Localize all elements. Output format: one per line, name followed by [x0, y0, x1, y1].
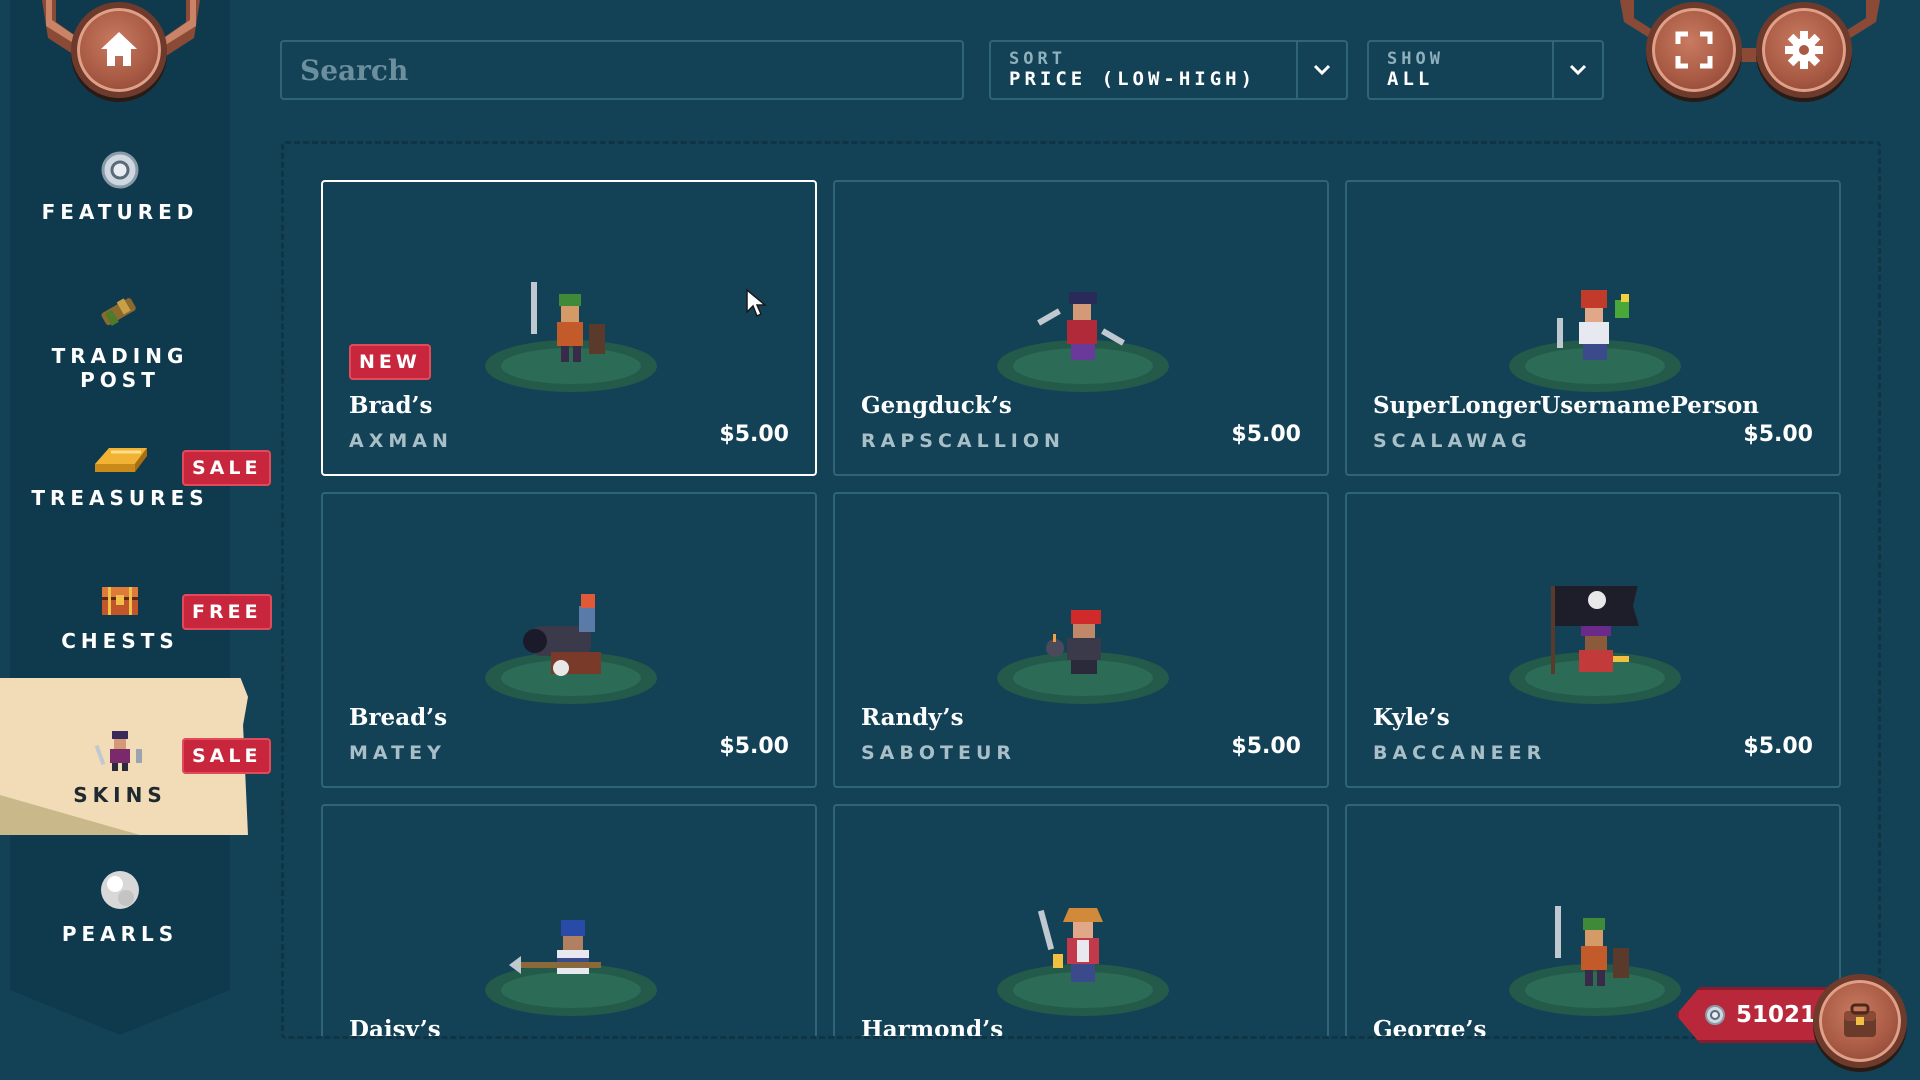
skin-card[interactable]: SuperLongerUsernamePerson SCALAWAG $5.00 — [1345, 180, 1841, 476]
fullscreen-button[interactable] — [1646, 2, 1742, 98]
skin-card[interactable]: Harmond’s — [833, 804, 1329, 1039]
sidebar-item-label-2: POST — [80, 368, 160, 392]
skin-card[interactable]: Bread’s MATEY $5.00 — [321, 492, 817, 788]
skin-card[interactable]: NEW Brad’s AXMAN $5.00 — [321, 180, 817, 476]
price: $5.00 — [719, 734, 789, 759]
spyglass-icon — [101, 298, 136, 326]
pearl-icon — [101, 871, 139, 909]
skin-name: SCALAWAG — [1373, 430, 1532, 452]
search-box[interactable] — [280, 40, 964, 100]
owner-name: Bread’s — [349, 704, 448, 731]
owner-name: Brad’s — [349, 392, 433, 419]
show-dropdown[interactable]: SHOW ALL — [1367, 40, 1604, 100]
settings-button[interactable] — [1756, 2, 1852, 98]
pirate-skin-icon — [94, 731, 142, 771]
currency-amount: 51021 — [1735, 1002, 1816, 1028]
chevron-down-icon — [1569, 64, 1587, 76]
sidebar-item-featured[interactable]: FEATURED — [0, 150, 240, 224]
skin-card[interactable]: Daisy’s — [321, 804, 817, 1039]
rapscallion-sprite-icon — [997, 292, 1169, 392]
sort-value: PRICE (LOW-HIGH) — [1009, 68, 1257, 90]
skin-card[interactable]: Kyle’s BACCANEER $5.00 — [1345, 492, 1841, 788]
owner-name: Daisy’s — [349, 1016, 441, 1039]
pearl-coin-icon — [101, 151, 139, 189]
chest-bag-icon — [1844, 1003, 1876, 1037]
inventory-button[interactable] — [1813, 974, 1907, 1068]
price: $5.00 — [1743, 422, 1813, 447]
home-button[interactable] — [71, 2, 167, 98]
sort-label: SORT — [1009, 49, 1066, 69]
search-input[interactable] — [300, 53, 944, 87]
item-grid: NEW Brad’s AXMAN $5.00 Gengduck’s RAPSCA… — [281, 141, 1881, 1039]
sidebar-item-label: PEARLS — [61, 922, 179, 946]
skin-card[interactable]: Gengduck’s RAPSCALLION $5.00 — [833, 180, 1329, 476]
mouse-cursor-icon — [746, 288, 767, 318]
saboteur-sprite-icon — [997, 610, 1169, 704]
pearl-coin-icon — [1704, 1005, 1725, 1025]
chevron-down-icon — [1313, 64, 1331, 76]
show-value: ALL — [1387, 68, 1434, 90]
sidebar-item-label: TRADING — [51, 344, 189, 368]
sidebar-item-label: CHESTS — [61, 629, 179, 653]
harmond-sprite-icon — [997, 908, 1169, 1016]
skin-name: SABOTEUR — [861, 742, 1017, 764]
owner-name: George’s — [1373, 1016, 1487, 1039]
axman-sprite-icon — [485, 282, 657, 392]
chest-icon — [102, 587, 138, 615]
free-badge: FREE — [182, 594, 272, 630]
price: $5.00 — [1231, 422, 1301, 447]
skin-name: BACCANEER — [1373, 742, 1547, 764]
sort-dropdown[interactable]: SORT PRICE (LOW-HIGH) — [989, 40, 1348, 100]
gear-icon — [1785, 31, 1823, 69]
sidebar-item-pearls[interactable]: PEARLS — [0, 868, 240, 946]
matey-sprite-icon — [485, 594, 657, 704]
owner-name: Randy’s — [861, 704, 964, 731]
gold-bar-icon — [95, 448, 147, 472]
new-badge: NEW — [349, 344, 431, 380]
owner-name: SuperLongerUsernamePerson — [1373, 392, 1760, 419]
owner-name: Kyle’s — [1373, 704, 1450, 731]
skin-card[interactable]: Randy’s SABOTEUR $5.00 — [833, 492, 1329, 788]
home-icon — [101, 32, 137, 66]
shop-screen: FEATURED TRADING POST TREASURES SALE CHE… — [0, 0, 1920, 1080]
sale-badge: SALE — [182, 450, 272, 486]
owner-name: Harmond’s — [861, 1016, 1004, 1039]
show-dropdown-arrow[interactable] — [1552, 42, 1602, 98]
fullscreen-icon — [1675, 31, 1713, 69]
sidebar-item-trading-post[interactable]: TRADING POST — [0, 290, 240, 392]
skin-name: MATEY — [349, 742, 446, 764]
sidebar-item-label: FEATURED — [41, 200, 199, 224]
daisy-sprite-icon — [485, 920, 657, 1016]
price: $5.00 — [719, 422, 789, 447]
skin-name: RAPSCALLION — [861, 430, 1065, 452]
sale-badge: SALE — [182, 738, 272, 774]
sidebar-item-label: TREASURES — [31, 486, 209, 510]
price: $5.00 — [1743, 734, 1813, 759]
skin-name: AXMAN — [349, 430, 453, 452]
sidebar-item-label: SKINS — [73, 783, 167, 807]
baccaneer-sprite-icon — [1509, 586, 1681, 704]
george-sprite-icon — [1509, 906, 1681, 1016]
price: $5.00 — [1231, 734, 1301, 759]
scalawag-sprite-icon — [1509, 290, 1681, 392]
sort-dropdown-arrow[interactable] — [1296, 42, 1346, 98]
show-label: SHOW — [1387, 49, 1444, 69]
owner-name: Gengduck’s — [861, 392, 1012, 419]
